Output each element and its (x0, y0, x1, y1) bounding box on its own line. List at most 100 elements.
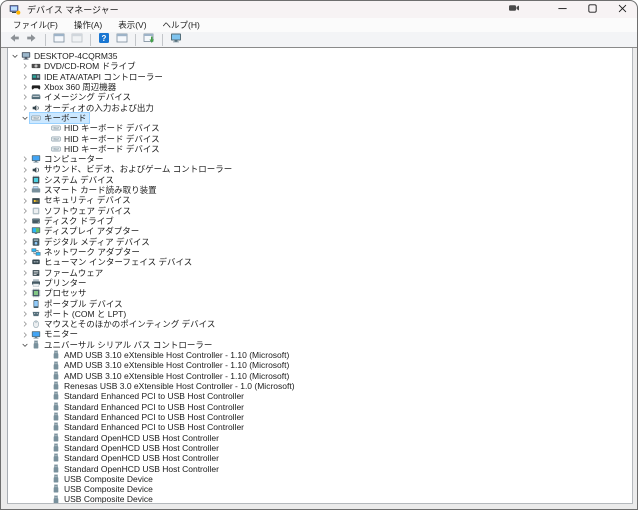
chevron-right-icon[interactable] (20, 309, 30, 319)
tree-item[interactable]: USB Composite Device (8, 474, 632, 484)
chevron-right-icon[interactable] (20, 103, 30, 113)
chevron-right-icon[interactable] (20, 82, 30, 92)
tree-item[interactable]: Standard OpenHCD USB Host Controller (8, 443, 632, 453)
forward-button[interactable] (24, 33, 40, 47)
tree-item[interactable]: スマート カード読み取り装置 (8, 185, 632, 195)
tree-item[interactable]: キーボード (8, 113, 632, 123)
tree-item-label: ディスプレイ アダプター (44, 226, 139, 236)
maximize-icon (587, 1, 598, 19)
tree-item[interactable]: コンピューター (8, 154, 632, 164)
tree-item[interactable]: AMD USB 3.10 eXtensible Host Controller … (8, 360, 632, 370)
tree-item[interactable]: DESKTOP-4CQRM35 (8, 51, 632, 61)
chevron-right-icon[interactable] (20, 154, 30, 164)
tree-item[interactable]: サウンド、ビデオ、およびゲーム コントローラー (8, 164, 632, 174)
refresh-button[interactable] (141, 33, 157, 47)
tree-item[interactable]: ヒューマン インターフェイス デバイス (8, 257, 632, 267)
tree-item[interactable]: Renesas USB 3.0 eXtensible Host Controll… (8, 381, 632, 391)
chevron-right-icon[interactable] (20, 165, 30, 175)
tree-item[interactable]: AMD USB 3.10 eXtensible Host Controller … (8, 350, 632, 360)
tree-item[interactable]: ユニバーサル シリアル バス コントローラー (8, 340, 632, 350)
chevron-right-icon[interactable] (20, 247, 30, 257)
tree-item[interactable]: マウスとそのほかのポインティング デバイス (8, 319, 632, 329)
tree-item[interactable]: Standard Enhanced PCI to USB Host Contro… (8, 422, 632, 432)
chevron-right-icon[interactable] (20, 330, 30, 340)
tree-item[interactable]: ネットワーク アダプター (8, 247, 632, 257)
title-bar: デバイス マネージャー (1, 1, 637, 18)
tree-item[interactable]: Standard Enhanced PCI to USB Host Contro… (8, 402, 632, 412)
toolbar-separator (90, 34, 91, 46)
close-button[interactable] (607, 1, 637, 18)
tree-item-label: システム デバイス (44, 175, 114, 185)
tree-item[interactable]: Standard Enhanced PCI to USB Host Contro… (8, 391, 632, 401)
chevron-right-icon[interactable] (20, 257, 30, 267)
scan-hardware-button[interactable] (168, 33, 184, 47)
chevron-right-icon[interactable] (20, 185, 30, 195)
tree-item[interactable]: オーディオの入力および出力 (8, 103, 632, 113)
tree-item-label: スマート カード読み取り装置 (44, 185, 157, 195)
tree-item[interactable]: IDE ATA/ATAPI コントローラー (8, 72, 632, 82)
minimize-button[interactable] (547, 1, 577, 18)
tree-item[interactable]: USB Composite Device (8, 484, 632, 494)
tree-item-label: Renesas USB 3.0 eXtensible Host Controll… (64, 381, 295, 391)
usb-icon (50, 371, 61, 381)
chevron-right-icon[interactable] (20, 288, 30, 298)
tree-item[interactable]: システム デバイス (8, 175, 632, 185)
chevron-right-icon[interactable] (20, 206, 30, 216)
tree-item[interactable]: ソフトウェア デバイス (8, 206, 632, 216)
chevron-down-icon[interactable] (20, 340, 30, 350)
tree-item[interactable]: AMD USB 3.10 eXtensible Host Controller … (8, 371, 632, 381)
tree-item[interactable]: ポータブル デバイス (8, 299, 632, 309)
camera-button[interactable] (499, 1, 529, 18)
tree-item[interactable]: ファームウェア (8, 268, 632, 278)
tree-item[interactable]: セキュリティ デバイス (8, 195, 632, 205)
tree-item[interactable]: Standard OpenHCD USB Host Controller (8, 453, 632, 463)
menu-item-0[interactable]: ファイル(F) (5, 18, 66, 32)
tree-item[interactable]: プリンター (8, 278, 632, 288)
chevron-down-icon[interactable] (20, 113, 30, 123)
tree-item-label: オーディオの入力および出力 (44, 103, 154, 113)
tree-item[interactable]: Standard Enhanced PCI to USB Host Contro… (8, 412, 632, 422)
tree-item[interactable]: HID キーボード デバイス (8, 144, 632, 154)
tree-item[interactable]: USB Composite Device (8, 494, 632, 504)
chevron-right-icon[interactable] (20, 216, 30, 226)
tree-item[interactable]: プロセッサ (8, 288, 632, 298)
tree-item[interactable]: ディスク ドライブ (8, 216, 632, 226)
chevron-right-icon[interactable] (20, 61, 30, 71)
chevron-right-icon[interactable] (20, 92, 30, 102)
chevron-down-icon[interactable] (10, 51, 20, 61)
chevron-right-icon[interactable] (20, 226, 30, 236)
help-button[interactable]: ? (96, 33, 112, 47)
tree-item[interactable]: イメージング デバイス (8, 92, 632, 102)
tree-item[interactable]: デジタル メディア デバイス (8, 237, 632, 247)
chevron-right-icon[interactable] (20, 278, 30, 288)
chevron-right-icon[interactable] (20, 237, 30, 247)
export-list-button[interactable] (114, 33, 130, 47)
properties-button[interactable] (69, 33, 85, 47)
menu-item-3[interactable]: ヘルプ(H) (155, 18, 208, 32)
device-manager-window: デバイス マネージャー ファイル(F)操作(A)表示(V)ヘルプ(H) ? DE… (0, 0, 638, 510)
tree-item[interactable]: HID キーボード デバイス (8, 123, 632, 133)
toolbar: ? (1, 32, 637, 48)
chevron-right-icon[interactable] (20, 299, 30, 309)
tree-item[interactable]: Standard OpenHCD USB Host Controller (8, 433, 632, 443)
tree-item-label: ユニバーサル シリアル バス コントローラー (44, 340, 212, 350)
tree-item[interactable]: Xbox 360 周辺機器 (8, 82, 632, 92)
menu-item-2[interactable]: 表示(V) (110, 18, 154, 32)
chevron-right-icon[interactable] (20, 196, 30, 206)
usb-icon (50, 495, 61, 504)
tree-item[interactable]: DVD/CD-ROM ドライブ (8, 61, 632, 71)
tree-item[interactable]: HID キーボード デバイス (8, 134, 632, 144)
back-button[interactable] (6, 33, 22, 47)
chevron-right-icon[interactable] (20, 268, 30, 278)
chevron-right-icon[interactable] (20, 72, 30, 82)
close-icon (617, 1, 628, 19)
chevron-right-icon[interactable] (20, 175, 30, 185)
console-tree-button[interactable] (51, 33, 67, 47)
tree-item[interactable]: ポート (COM と LPT) (8, 309, 632, 319)
menu-item-1[interactable]: 操作(A) (66, 18, 110, 32)
chevron-right-icon[interactable] (20, 319, 30, 329)
tree-item[interactable]: モニター (8, 329, 632, 339)
tree-item[interactable]: ディスプレイ アダプター (8, 226, 632, 236)
maximize-button[interactable] (577, 1, 607, 18)
tree-item[interactable]: Standard OpenHCD USB Host Controller (8, 464, 632, 474)
